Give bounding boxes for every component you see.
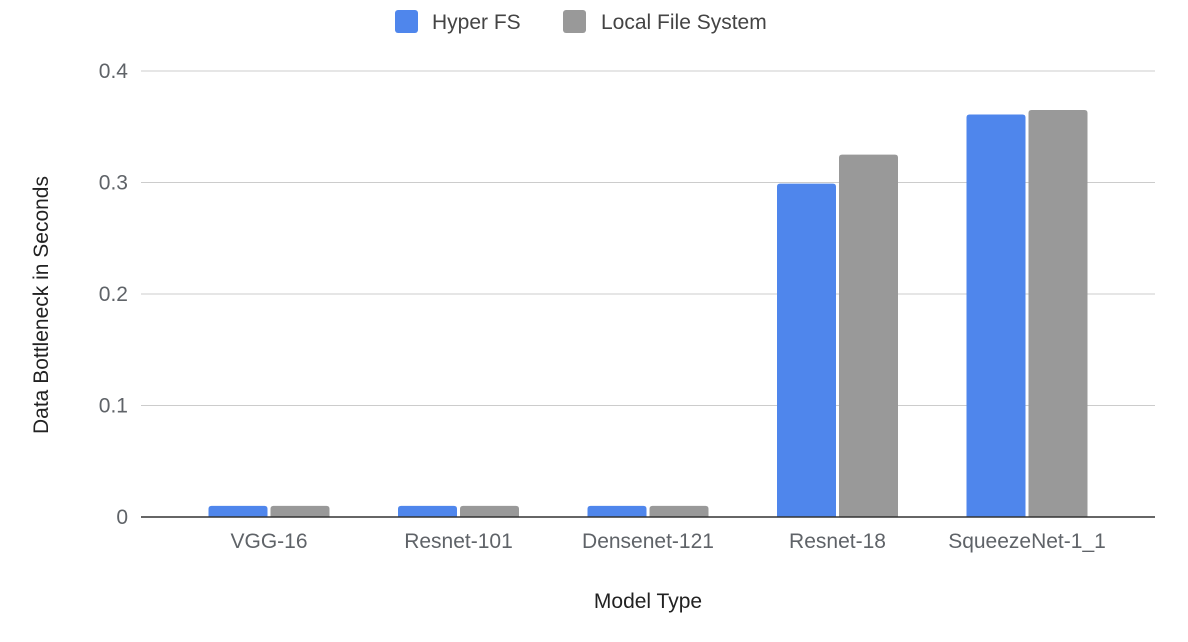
bar-local-file-system-squeezenet-1_1 (1028, 110, 1088, 518)
y-tick-label: 0 (116, 506, 128, 529)
bar-hyper-fs-resnet-101 (398, 505, 457, 517)
legend-label: Local File System (601, 11, 767, 34)
x-tick-label: Densenet-121 (582, 530, 714, 553)
bar-hyper-fs-vgg-16 (208, 505, 268, 517)
chart-canvas: 0 0.1 0.2 0.3 0.4 VGG-16 Resnet-101 Densenet-1… (30, 10, 1155, 613)
x-tick-label: VGG-16 (230, 530, 307, 553)
bar-local-file-system-resnet-101 (460, 505, 519, 517)
bar-hyper-fs-resnet-18 (777, 183, 836, 518)
bar-local-file-system-vgg-16 (270, 505, 330, 517)
x-axis-ticks: VGG-16 Resnet-101 Densenet-121 Resnet-18 Squ… (230, 530, 1105, 553)
y-axis-ticks: 0 0.1 0.2 0.3 0.4 (99, 60, 129, 529)
y-tick-label: 0.1 (99, 395, 128, 418)
legend: Hyper FS Local File System (395, 10, 767, 34)
y-axis-title: Data Bottleneck in Seconds (30, 176, 53, 434)
x-tick-label: Resnet-18 (789, 530, 886, 553)
bar-chart: 0 0.1 0.2 0.3 0.4 VGG-16 Resnet-101 Densenet-1… (0, 0, 1188, 642)
legend-label: Hyper FS (432, 11, 521, 34)
bar-local-file-system-densenet-121 (649, 505, 709, 517)
x-tick-label: Resnet-101 (404, 530, 513, 553)
bars (208, 110, 1088, 518)
y-tick-label: 0.3 (99, 172, 128, 195)
bar-hyper-fs-densenet-121 (587, 505, 647, 517)
legend-swatch (563, 10, 586, 33)
x-tick-label: SqueezeNet-1_1 (948, 530, 1106, 553)
y-tick-label: 0.4 (99, 60, 129, 83)
bar-hyper-fs-squeezenet-1_1 (966, 114, 1026, 518)
bar-local-file-system-resnet-18 (839, 154, 898, 517)
x-axis-title: Model Type (594, 590, 702, 613)
legend-swatch (395, 10, 418, 33)
y-tick-label: 0.2 (99, 283, 128, 306)
